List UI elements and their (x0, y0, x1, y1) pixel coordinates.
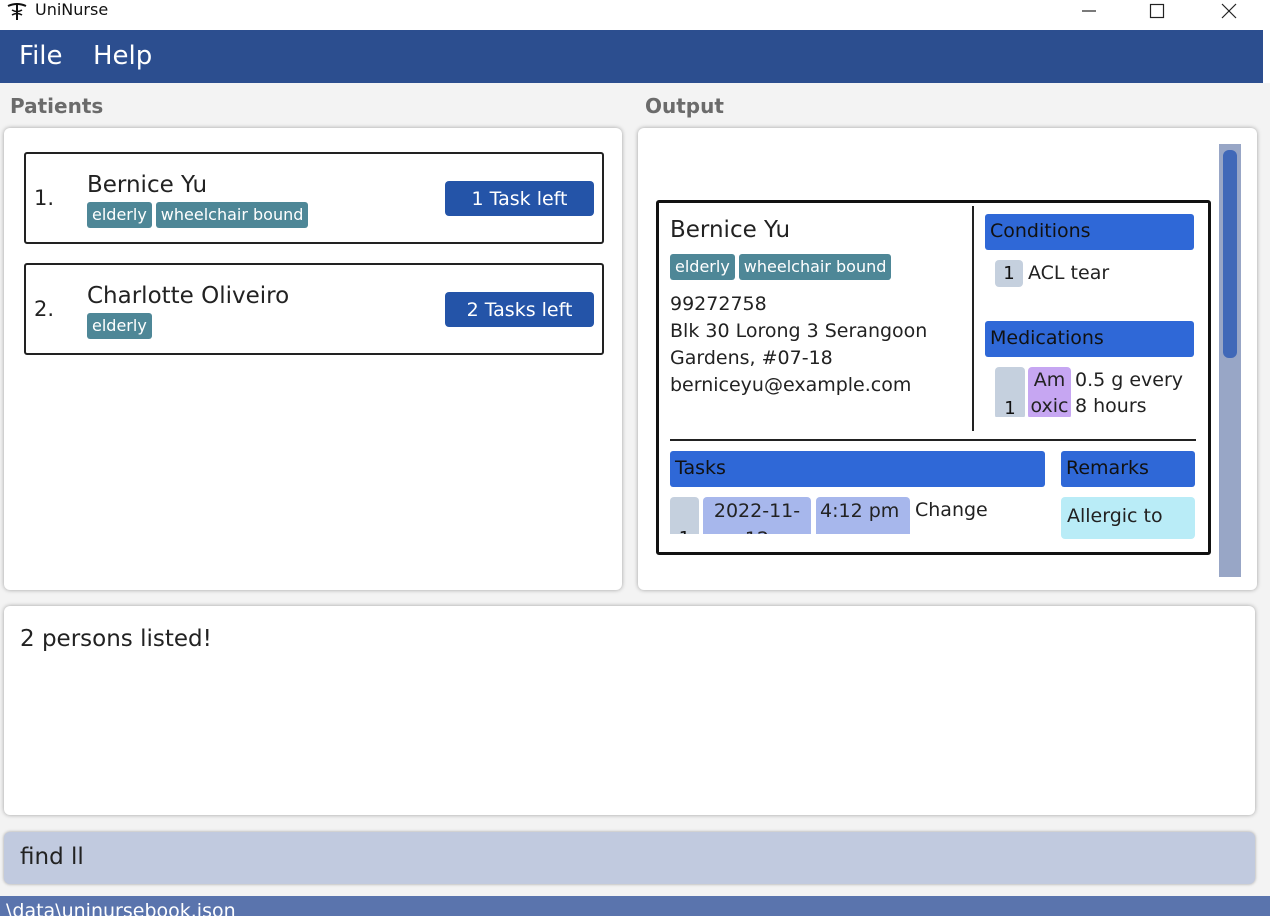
close-icon (1221, 3, 1237, 19)
detail-email: berniceyu@example.com (670, 374, 912, 396)
medications-header: Medications (985, 321, 1194, 357)
patient-index: 1. (34, 186, 55, 210)
detail-phone: 99272758 (670, 293, 767, 315)
patient-name: Bernice Yu (87, 172, 208, 198)
save-location: \data\uninursebook.json (6, 900, 236, 916)
patients-label: Patients (10, 94, 104, 118)
output-scrollbar[interactable] (1219, 144, 1241, 577)
remark-box: Allergic to (1061, 497, 1195, 539)
task-time: 4:12 pm (816, 497, 910, 534)
condition-text: ACL tear (1028, 262, 1110, 284)
minimize-icon (1082, 10, 1096, 12)
command-box[interactable]: find ll (4, 832, 1255, 884)
remark-text: Allergic to (1067, 505, 1163, 527)
medication-row: 1 Am oxic 0.5 g every 8 hours (995, 367, 1208, 417)
window-title: UniNurse (35, 0, 109, 19)
detail-tag: elderly (670, 254, 735, 280)
detail-address-line1: Blk 30 Lorong 3 Serangoon (670, 320, 928, 342)
patient-tag: elderly (87, 313, 152, 339)
output-label: Output (645, 94, 724, 118)
title-bar: UniNurse (0, 0, 1270, 30)
medication-drug-line1: Am (1033, 369, 1066, 391)
patient-list-panel: 1. Bernice Yu elderly wheelchair bound 1 … (4, 128, 622, 590)
patient-tag: wheelchair bound (155, 202, 309, 228)
minimize-button[interactable] (1069, 0, 1109, 22)
medication-dose-line1: 0.5 g every (1075, 369, 1184, 391)
menu-help[interactable]: Help (93, 40, 152, 72)
result-message: 2 persons listed! (20, 626, 212, 652)
medication-dose-line2: 8 hours (1075, 395, 1147, 417)
maximize-icon (1149, 3, 1165, 19)
tasks-left-button[interactable]: 1 Task left (445, 181, 594, 216)
patient-card[interactable]: 2. Charlotte Oliveiro elderly 2 Tasks le… (24, 263, 604, 355)
detail-address-line2: Gardens, #07-18 (670, 347, 833, 369)
task-number: 1 (670, 497, 699, 534)
tasks-header: Tasks (670, 451, 1045, 487)
status-bar: \data\uninursebook.json (0, 896, 1270, 916)
detail-tag: wheelchair bound (738, 254, 892, 280)
patient-detail-card: Bernice Yu elderly wheelchair bound 99272… (656, 200, 1211, 555)
condition-number: 1 (995, 260, 1023, 287)
tasks-left-button[interactable]: 2 Tasks left (445, 292, 594, 327)
task-row: 1 2022-11-12 4:12 pm Change (670, 497, 1050, 534)
close-button[interactable] (1209, 0, 1249, 22)
menu-file[interactable]: File (19, 40, 63, 72)
patient-index: 2. (34, 297, 55, 321)
medication-drug: Am oxic (1028, 367, 1071, 417)
patient-card[interactable]: 1. Bernice Yu elderly wheelchair bound 1 … (24, 152, 604, 244)
command-input[interactable]: find ll (20, 844, 84, 870)
task-date: 2022-11-12 (703, 497, 811, 534)
window-edge (1263, 30, 1270, 83)
remarks-header: Remarks (1061, 451, 1195, 487)
medication-dosage: 0.5 g every 8 hours (1075, 367, 1183, 417)
menu-bar: File Help (0, 30, 1263, 83)
detail-name: Bernice Yu (670, 217, 791, 243)
medication-number: 1 (995, 367, 1025, 417)
vertical-divider (972, 206, 974, 431)
contact-info: 99272758 Blk 30 Lorong 3 Serangoon Garde… (670, 291, 927, 399)
patient-tag: elderly (87, 202, 152, 228)
scrollbar-thumb[interactable] (1223, 150, 1237, 358)
medication-drug-line2: oxic (1030, 395, 1069, 417)
caduceus-icon (7, 3, 27, 20)
maximize-button[interactable] (1137, 0, 1177, 22)
horizontal-divider (670, 439, 1196, 441)
task-description: Change (915, 499, 988, 521)
patient-name: Charlotte Oliveiro (87, 283, 290, 309)
conditions-header: Conditions (985, 214, 1194, 250)
